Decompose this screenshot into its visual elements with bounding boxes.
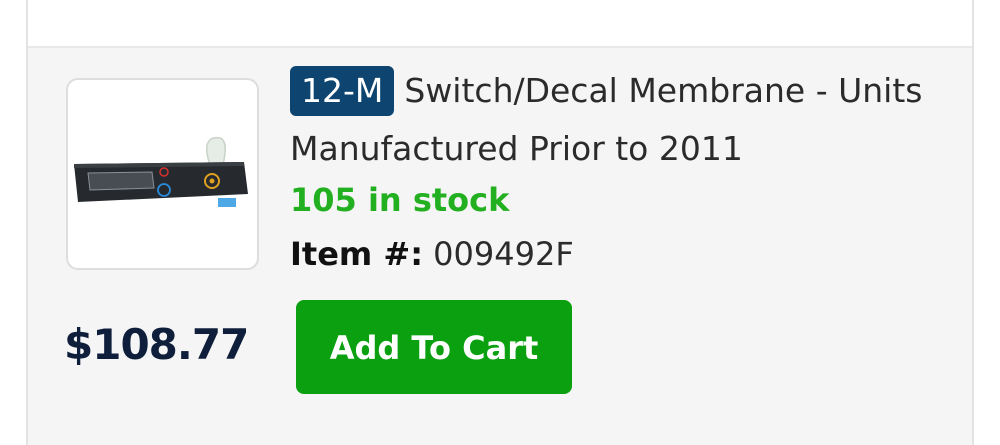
item-number-label: Item #: — [290, 235, 423, 273]
model-badge: 12-M — [290, 66, 395, 116]
previous-section — [28, 0, 972, 48]
product-card: 12-M Switch/Decal Membrane - Units Manufa… — [28, 48, 972, 445]
item-number-value: 009492F — [433, 235, 574, 273]
stock-status: 105 in stock — [290, 181, 510, 219]
page-frame: 12-M Switch/Decal Membrane - Units Manufa… — [26, 0, 974, 445]
membrane-image — [74, 136, 248, 207]
item-number: Item #: 009492F — [290, 235, 574, 273]
price: $108.77 — [64, 320, 249, 369]
add-to-cart-button[interactable]: Add To Cart — [296, 300, 572, 394]
product-title[interactable]: 12-M Switch/Decal Membrane - Units Manufa… — [290, 62, 930, 178]
product-image[interactable] — [66, 78, 259, 270]
